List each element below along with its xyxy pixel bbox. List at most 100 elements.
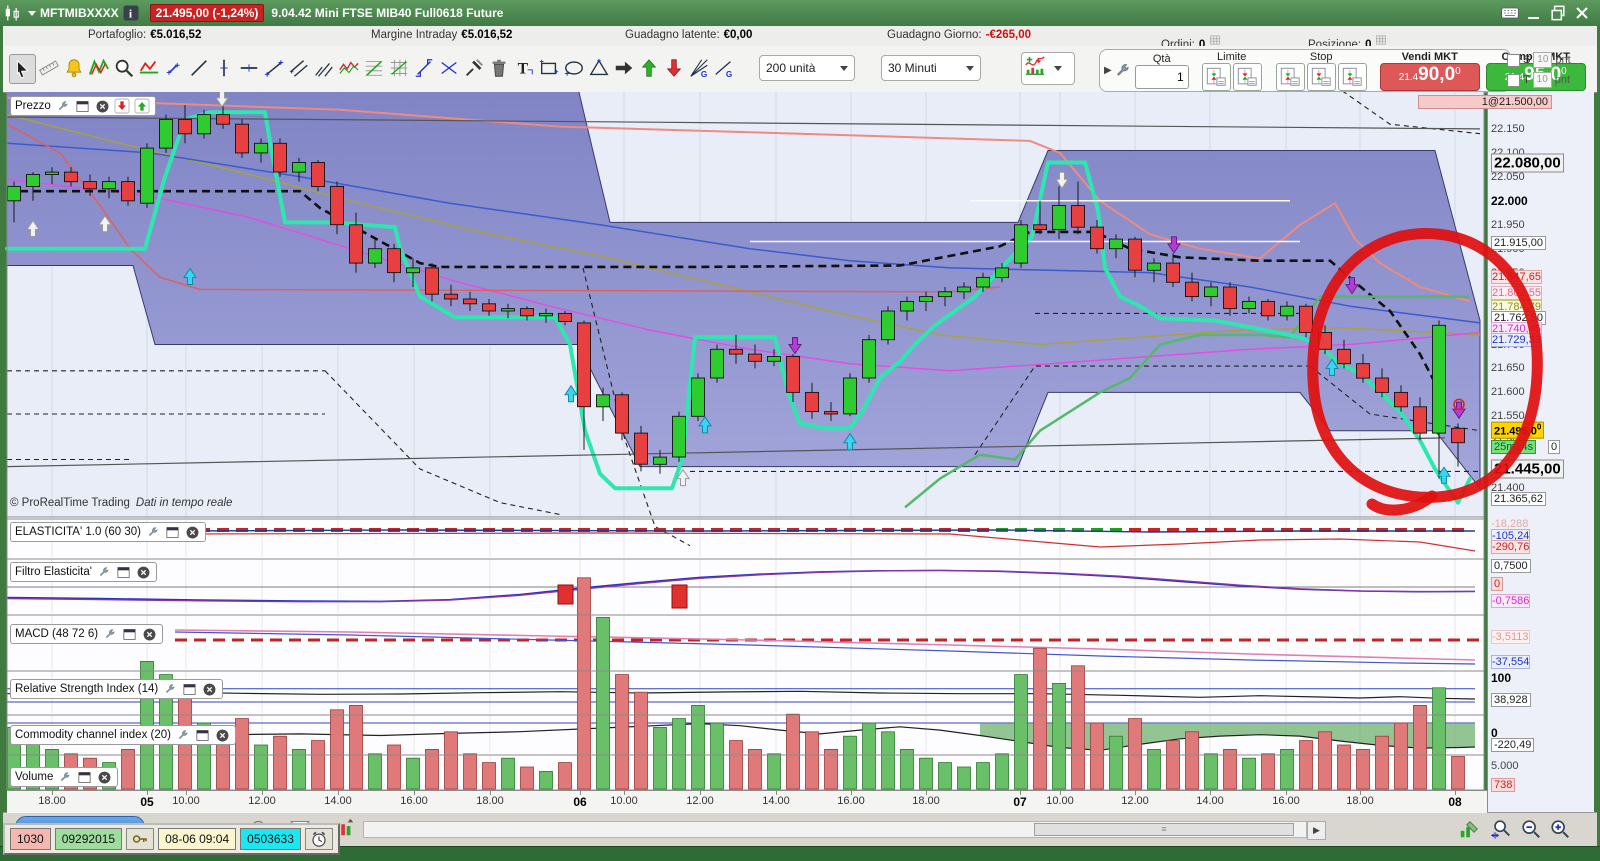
panel-label-commodity-channel-index-[interactable]: Commodity channel index (20) [10, 725, 236, 745]
panel-label-macd-[interactable]: MACD (48 72 6) [10, 624, 163, 644]
time-tick [1286, 791, 1287, 795]
panel-label-prezzo[interactable]: Prezzo [10, 96, 156, 116]
status-bar: Condividi @ 10300929201508-06 09:0405036… [3, 812, 1597, 847]
current-price-label: 21.495,00 [1491, 422, 1544, 439]
time-label: 08 [1448, 795, 1461, 809]
pending-order-label[interactable]: 1@21.500,00 [1418, 95, 1552, 109]
time-label: 18.00 [912, 795, 940, 807]
time-label: 18.00 [38, 795, 66, 807]
scrollbar-handle[interactable]: ≡ [1034, 823, 1294, 836]
scale-label: -290,76 [1491, 540, 1530, 554]
window-icon[interactable] [121, 626, 138, 642]
close-icon[interactable] [214, 727, 231, 743]
time-label: 05 [140, 795, 153, 809]
time-tick [414, 791, 415, 795]
sell-arrow-icon[interactable] [114, 98, 131, 114]
time-label: 12.00 [686, 795, 714, 807]
panel-label-volume[interactable]: Volume [10, 767, 118, 787]
window-icon[interactable] [181, 681, 198, 697]
time-tick [700, 791, 701, 795]
price-tick: 21.650 [1491, 362, 1525, 374]
status-field-cyan: 0503633 [240, 828, 301, 850]
session-info-overlay: 103009292015 08-06 09:040503633 [3, 823, 340, 855]
close-icon[interactable] [135, 564, 152, 580]
prorealtime-window: MFTMIBXXXX i 21.495,00 (-1,24%) 9.04.42 … [0, 0, 1600, 860]
close-icon[interactable] [184, 524, 201, 540]
wrench-icon[interactable] [54, 98, 71, 114]
time-tick [580, 791, 581, 795]
time-tick [186, 791, 187, 795]
price-tick: 21.950 [1491, 219, 1525, 231]
status-field-pink: 1030 [10, 828, 51, 850]
scale-label: -37,554 [1491, 655, 1530, 669]
window-icon[interactable] [194, 727, 211, 743]
time-label: 06 [573, 795, 586, 809]
time-label: 18.00 [1346, 795, 1374, 807]
chart-region: Prezzo ELASTICITA' 1.0 (60 30) Filtro Elas… [0, 0, 1600, 860]
time-label: 10.00 [172, 795, 200, 807]
scale-label: 100 [1491, 671, 1511, 685]
zoom-out-icon[interactable] [1520, 818, 1544, 842]
time-axis[interactable]: 18.000510.0012.0014.0016.0018.000610.001… [7, 790, 1487, 813]
scale-label: -3,5113 [1491, 630, 1530, 644]
panel-label-elasticita-[interactable]: ELASTICITA' 1.0 (60 30) [10, 522, 206, 542]
zoom-drag-icon[interactable] [1490, 818, 1514, 842]
wrench-icon[interactable] [95, 564, 112, 580]
price-tick: 21.550 [1491, 410, 1525, 422]
scale-label: 0 [1491, 577, 1503, 591]
close-icon[interactable] [141, 626, 158, 642]
chart-scrollbar[interactable]: ≡ [363, 821, 1307, 838]
scale-label: 0,7500 [1491, 559, 1531, 573]
wrench-icon[interactable] [56, 769, 73, 785]
time-tick [851, 791, 852, 795]
time-tick [1455, 791, 1456, 795]
scale-label: 21.915,00 [1491, 236, 1546, 250]
panel-label-filtro-elasticita-[interactable]: Filtro Elasticita' [10, 562, 157, 582]
scale-label: -0,7586 [1491, 594, 1530, 608]
zoom-in-icon[interactable] [1549, 818, 1573, 842]
window-icon[interactable] [76, 769, 93, 785]
scroll-right-button[interactable]: ▶ [1307, 821, 1326, 840]
buy-arrow-icon[interactable] [134, 98, 151, 114]
price-scale[interactable]: 22.20022.15022.10022.05022.00021.95021.9… [1487, 92, 1594, 812]
chart-settings-icon[interactable] [1458, 818, 1482, 842]
time-tick [1210, 791, 1211, 795]
key-icon[interactable] [126, 828, 154, 850]
wrench-icon[interactable] [174, 727, 191, 743]
close-icon[interactable] [201, 681, 218, 697]
time-tick [1020, 791, 1021, 795]
window-icon[interactable] [115, 564, 132, 580]
wrench-icon[interactable] [161, 681, 178, 697]
time-tick [1060, 791, 1061, 795]
time-tick [926, 791, 927, 795]
time-label: 16.00 [1272, 795, 1300, 807]
price-tick: 22.000 [1491, 194, 1528, 208]
clock-icon[interactable] [305, 828, 333, 850]
scale-label: 21.802,55 [1491, 286, 1542, 300]
close-icon[interactable] [94, 98, 111, 114]
time-tick [1360, 791, 1361, 795]
scale-label: 738 [1491, 778, 1515, 792]
price-tick: 21.600 [1491, 386, 1525, 398]
time-label: 14.00 [324, 795, 352, 807]
scale-label: -220,49 [1491, 738, 1534, 752]
time-label: 18.00 [476, 795, 504, 807]
window-icon[interactable] [164, 524, 181, 540]
time-tick [624, 791, 625, 795]
watermark: © ProRealTime TradingDati in tempo reale [10, 497, 232, 509]
window-icon[interactable] [74, 98, 91, 114]
time-tick [490, 791, 491, 795]
status-field-green: 09292015 [55, 828, 122, 850]
price-tick: 22.050 [1491, 171, 1525, 183]
price-chart-svg[interactable] [0, 92, 1487, 790]
status-field-yellow: 08-06 09:04 [158, 828, 236, 850]
panel-label-relative-strength-index-[interactable]: Relative Strength Index (14) [10, 679, 223, 699]
countdown-label: 25m14s [1491, 440, 1536, 454]
price-tick: 22.150 [1491, 123, 1525, 135]
time-label: 16.00 [400, 795, 428, 807]
time-tick [776, 791, 777, 795]
close-icon[interactable] [96, 769, 113, 785]
time-label: 16.00 [837, 795, 865, 807]
wrench-icon[interactable] [101, 626, 118, 642]
wrench-icon[interactable] [144, 524, 161, 540]
